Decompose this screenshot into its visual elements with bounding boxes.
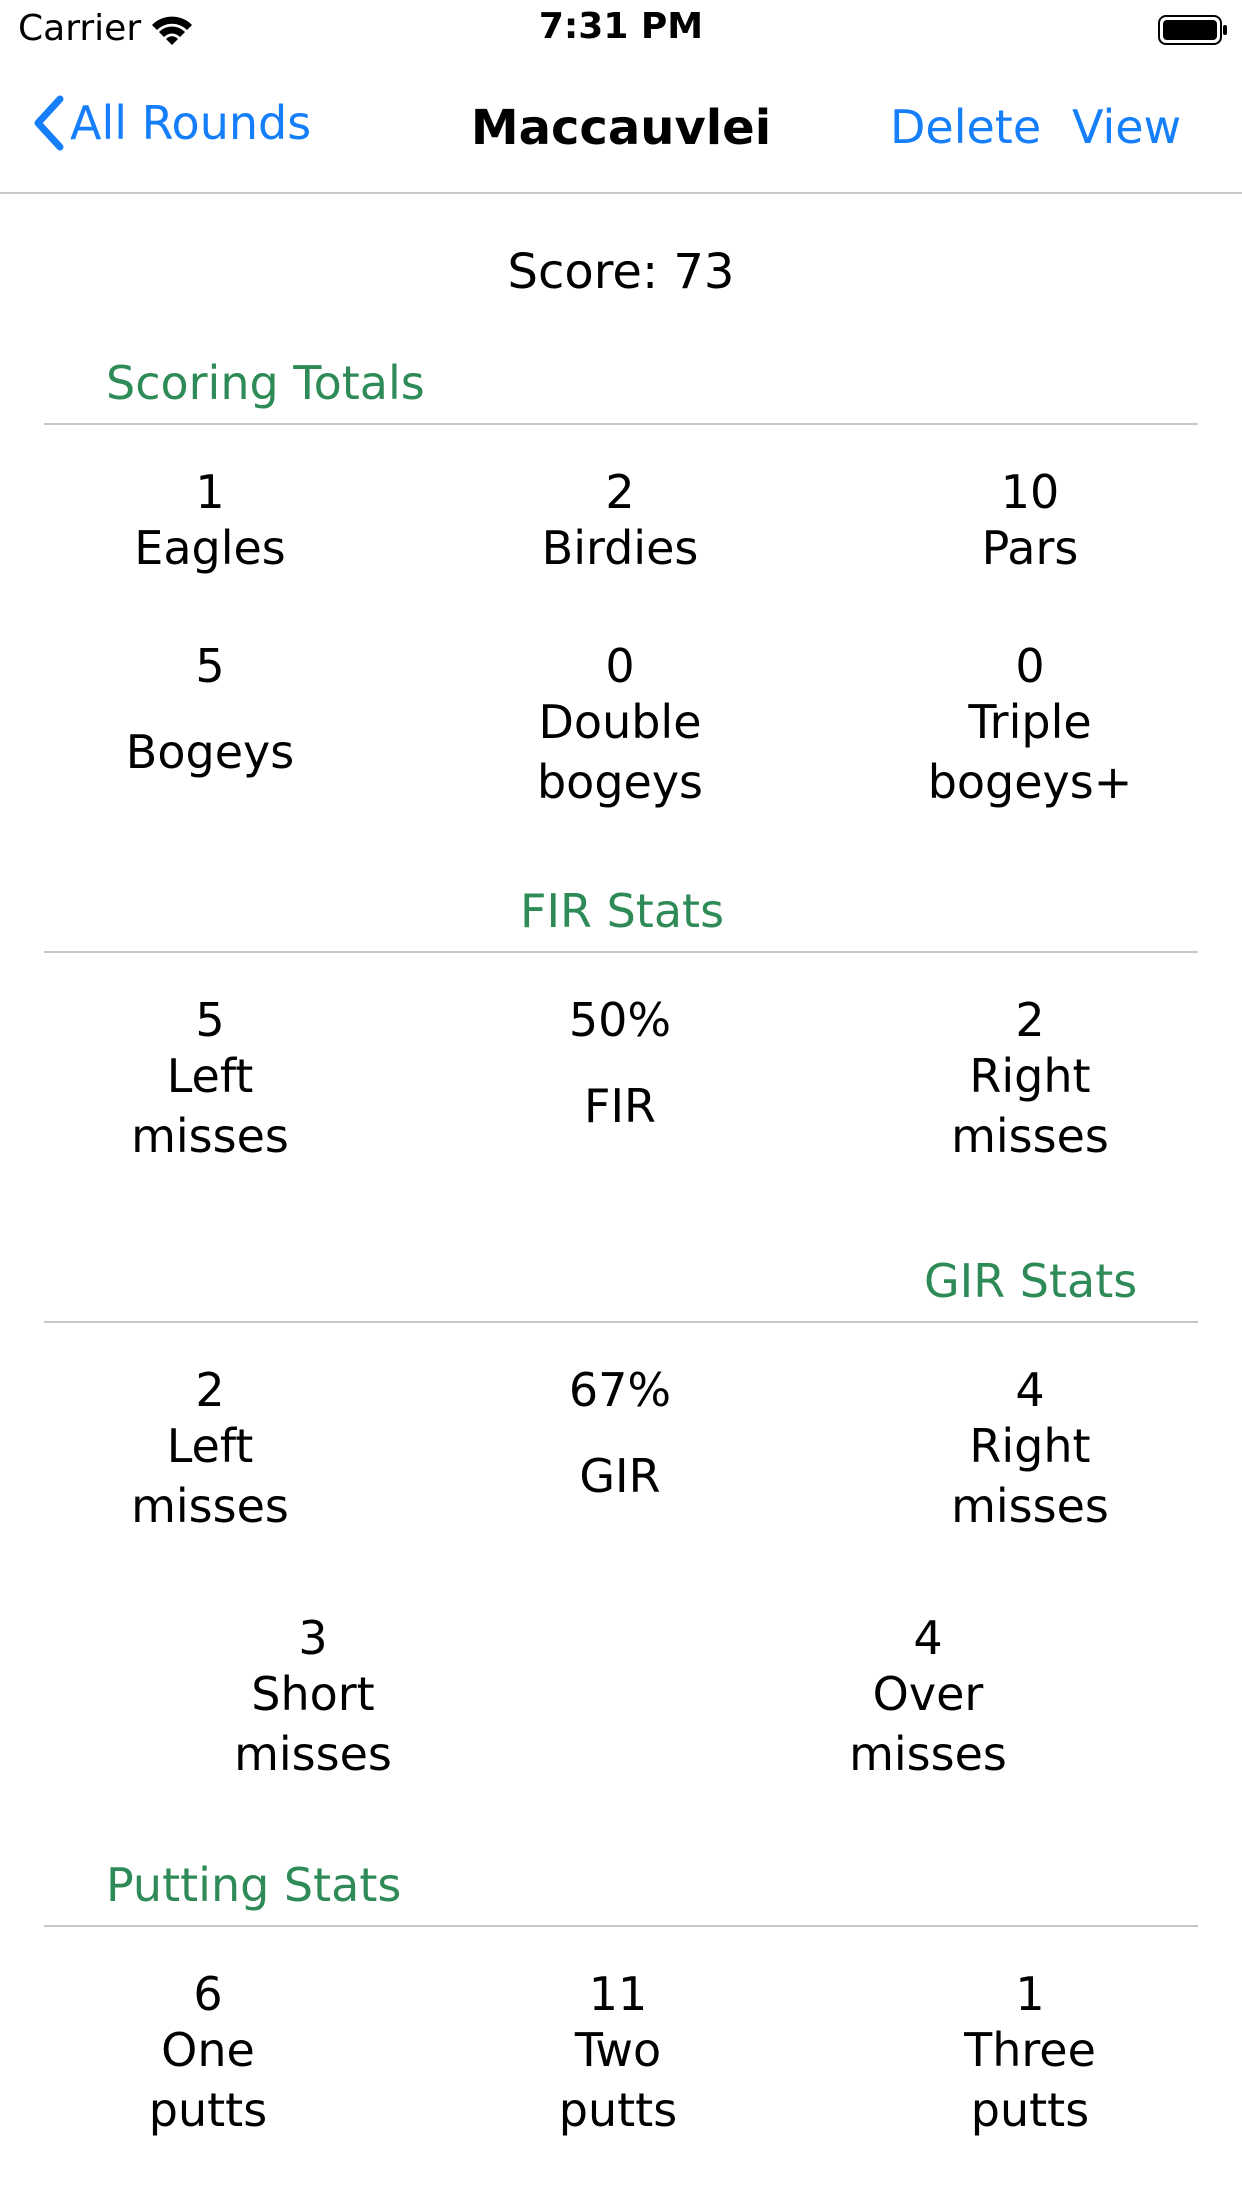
clock: 7:31 PM [538,6,704,47]
status-bar: Carrier 7:31 PM [0,0,1242,60]
stat-value: 1 [195,465,225,519]
stat-value: 50% [568,993,672,1047]
stat-label: Birdies [541,521,699,575]
stat-label-line1: Double [538,695,702,749]
stat-label-line1: Left [166,1049,254,1103]
stat-value: 11 [588,1967,648,2021]
stat-label-line2: misses [951,1479,1109,1533]
stat-label-line2: bogeys [536,755,704,809]
stat-label-line1: Two [574,2023,662,2077]
stat-label-line2: putts [148,2083,268,2137]
stat-value: 2 [195,1363,225,1417]
section-title-gir: GIR Stats [924,1254,1138,1308]
battery-icon [1158,15,1227,45]
divider [44,951,1198,953]
stat-value: 4 [913,1611,943,1665]
stat-double-bogeys: 0 Double bogeys [470,640,770,812]
section-title-scoring: Scoring Totals [106,356,425,410]
stat-triple-bogeys: 0 Triple bogeys+ [880,640,1180,812]
view-button[interactable]: View [1072,100,1181,154]
stat-label: GIR [579,1449,661,1503]
stat-fir-right-misses: 2 Right misses [880,994,1180,1166]
stat-gir-right-misses: 4 Right misses [880,1364,1180,1536]
stat-value: 5 [195,639,225,693]
score-display: Score: 73 [0,244,1242,300]
stat-label-line1: Over [872,1667,984,1721]
stat-label: FIR [584,1079,656,1133]
stat-gir-over-misses: 4 Over misses [778,1612,1078,1784]
page-title: Maccauvlei [470,100,772,156]
stat-label-line1: Short [251,1667,375,1721]
stat-label-line2: bogeys+ [927,755,1133,809]
stat-value: 3 [298,1611,328,1665]
score-value: 73 [673,244,735,300]
divider [44,1925,1198,1927]
stat-value: 10 [1000,465,1060,519]
stat-value: 1 [1015,1967,1045,2021]
stat-label-line2: misses [234,1727,392,1781]
stat-three-putts: 1 Three putts [880,1968,1180,2140]
score-label: Score: [507,244,659,300]
section-title-fir: FIR Stats [520,884,725,938]
stat-label: Eagles [134,521,286,575]
stat-gir-left-misses: 2 Left misses [60,1364,360,1536]
stat-value: 2 [1015,993,1045,1047]
stat-fir-percentage: 50% FIR [470,994,770,1136]
divider [44,1321,1198,1323]
navigation-bar: All Rounds Maccauvlei Delete View [0,60,1242,194]
stat-label-line1: Left [166,1419,254,1473]
stat-value: 2 [605,465,635,519]
stat-value: 0 [1015,639,1045,693]
stat-gir-short-misses: 3 Short misses [163,1612,463,1784]
stat-pars: 10 Pars [880,466,1180,578]
stat-label: Pars [981,521,1079,575]
stat-gir-percentage: 67% GIR [470,1364,770,1506]
divider [44,423,1198,425]
stat-value: 4 [1015,1363,1045,1417]
stat-bogeys: 5 Bogeys [60,640,360,782]
stat-label-line1: One [161,2023,255,2077]
stat-birdies: 2 Birdies [470,466,770,578]
stat-eagles: 1 Eagles [60,466,360,578]
stat-value: 5 [195,993,225,1047]
stat-label-line1: Right [969,1419,1091,1473]
stat-label-line2: misses [131,1109,289,1163]
stat-fir-left-misses: 5 Left misses [60,994,360,1166]
stat-value: 67% [568,1363,672,1417]
stat-label-line2: putts [558,2083,678,2137]
stat-value: 0 [605,639,635,693]
stat-value: 6 [193,1967,223,2021]
stat-label: Bogeys [125,725,295,779]
stat-label-line2: misses [849,1727,1007,1781]
section-title-putting: Putting Stats [106,1858,402,1912]
stat-one-putts: 6 One putts [58,1968,358,2140]
stat-two-putts: 11 Two putts [468,1968,768,2140]
stat-label-line2: misses [951,1109,1109,1163]
stat-label-line2: misses [131,1479,289,1533]
delete-button[interactable]: Delete [890,100,1041,154]
stat-label-line1: Triple [968,695,1092,749]
stat-label-line1: Right [969,1049,1091,1103]
stat-label-line2: putts [970,2083,1090,2137]
stat-label-line1: Three [964,2023,1096,2077]
